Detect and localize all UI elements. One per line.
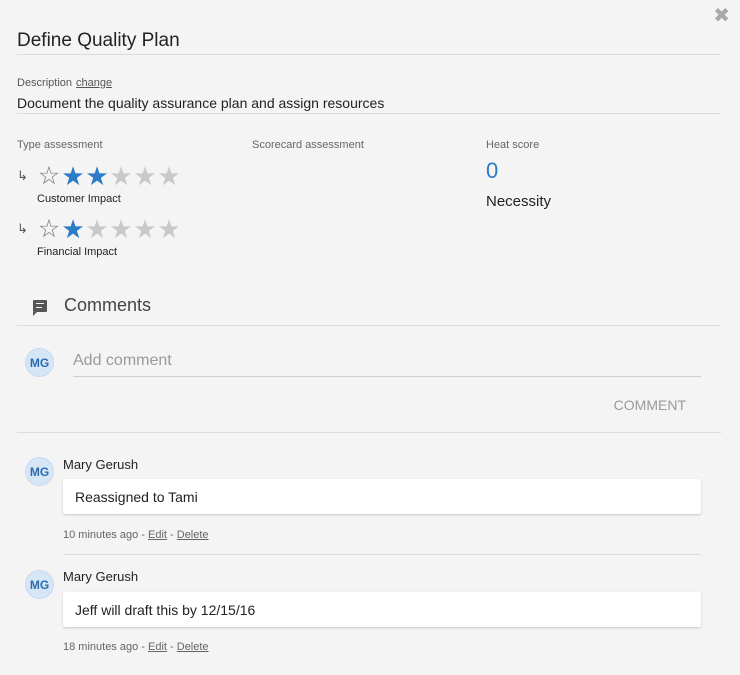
comment-meta: 10 minutes ago - Edit - Delete	[63, 529, 209, 541]
comment-body: Jeff will draft this by 12/15/16	[63, 592, 701, 627]
comment-meta: 18 minutes ago - Edit - Delete	[63, 641, 209, 653]
star-rating[interactable]: ☆ ★ ★ ★ ★ ★	[37, 216, 181, 242]
star-icon[interactable]: ★	[109, 163, 133, 189]
star-icon[interactable]: ★	[85, 216, 109, 242]
description-text[interactable]: Document the quality assurance plan and …	[17, 95, 384, 111]
heat-score-category: Necessity	[486, 193, 552, 210]
comment-icon	[33, 299, 47, 316]
corner-arrow-icon: ↳	[17, 221, 28, 236]
comment-text: Jeff will draft this by 12/15/16	[75, 601, 256, 618]
corner-arrow-icon: ↳	[17, 168, 28, 183]
heat-score-value: 0	[486, 158, 499, 183]
comment-avatar: MG	[25, 570, 54, 599]
star-icon[interactable]: ★	[109, 216, 133, 242]
description-label-text: Description	[17, 77, 73, 89]
comment-time: 10 minutes ago	[63, 529, 139, 541]
comment-divider	[63, 554, 701, 555]
comment-submit-button[interactable]: COMMENT	[614, 397, 686, 413]
description-label: Description change	[17, 77, 112, 89]
clear-rating-star-icon[interactable]: ☆	[37, 216, 61, 242]
comment-avatar: MG	[25, 457, 54, 486]
comment-input-divider	[17, 432, 721, 433]
comment-delete-link[interactable]: Delete	[177, 641, 209, 653]
star-icon[interactable]: ★	[157, 216, 181, 242]
comments-divider	[17, 325, 721, 326]
comment-time: 18 minutes ago	[63, 641, 139, 653]
clear-rating-star-icon[interactable]: ☆	[37, 163, 61, 189]
comment-edit-link[interactable]: Edit	[148, 641, 167, 653]
comment-author: Mary Gerush	[63, 457, 139, 472]
task-detail-panel: ✖ Define Quality Plan Description change …	[0, 0, 740, 675]
star-icon[interactable]: ★	[61, 163, 85, 189]
star-icon[interactable]: ★	[133, 163, 157, 189]
rating-financial-impact: ↳ ☆ ★ ★ ★ ★ ★	[17, 216, 181, 242]
task-title[interactable]: Define Quality Plan	[17, 30, 180, 52]
title-divider	[17, 54, 721, 55]
description-divider	[17, 113, 721, 114]
rating-label: Financial Impact	[37, 246, 118, 258]
comments-title: Comments	[64, 295, 152, 315]
heat-score-label: Heat score	[486, 139, 540, 151]
star-rating[interactable]: ☆ ★ ★ ★ ★ ★	[37, 163, 181, 189]
comment-body: Reassigned to Tami	[63, 479, 701, 514]
star-icon[interactable]: ★	[157, 163, 181, 189]
type-assessment-label: Type assessment	[17, 139, 103, 151]
comment-edit-link[interactable]: Edit	[148, 529, 167, 541]
scorecard-assessment-label: Scorecard assessment	[252, 139, 364, 151]
close-icon[interactable]: ✖	[713, 6, 730, 26]
comments-header: Comments	[33, 295, 151, 316]
comment-delete-link[interactable]: Delete	[177, 529, 209, 541]
rating-label: Customer Impact	[37, 193, 121, 205]
comment-author: Mary Gerush	[63, 569, 139, 584]
star-icon[interactable]: ★	[85, 163, 109, 189]
description-change-link[interactable]: change	[76, 77, 112, 89]
add-comment-input[interactable]	[73, 346, 701, 377]
current-user-avatar: MG	[25, 348, 54, 377]
star-icon[interactable]: ★	[133, 216, 157, 242]
star-icon[interactable]: ★	[61, 216, 85, 242]
rating-customer-impact: ↳ ☆ ★ ★ ★ ★ ★	[17, 163, 181, 189]
comment-text: Reassigned to Tami	[75, 488, 198, 505]
